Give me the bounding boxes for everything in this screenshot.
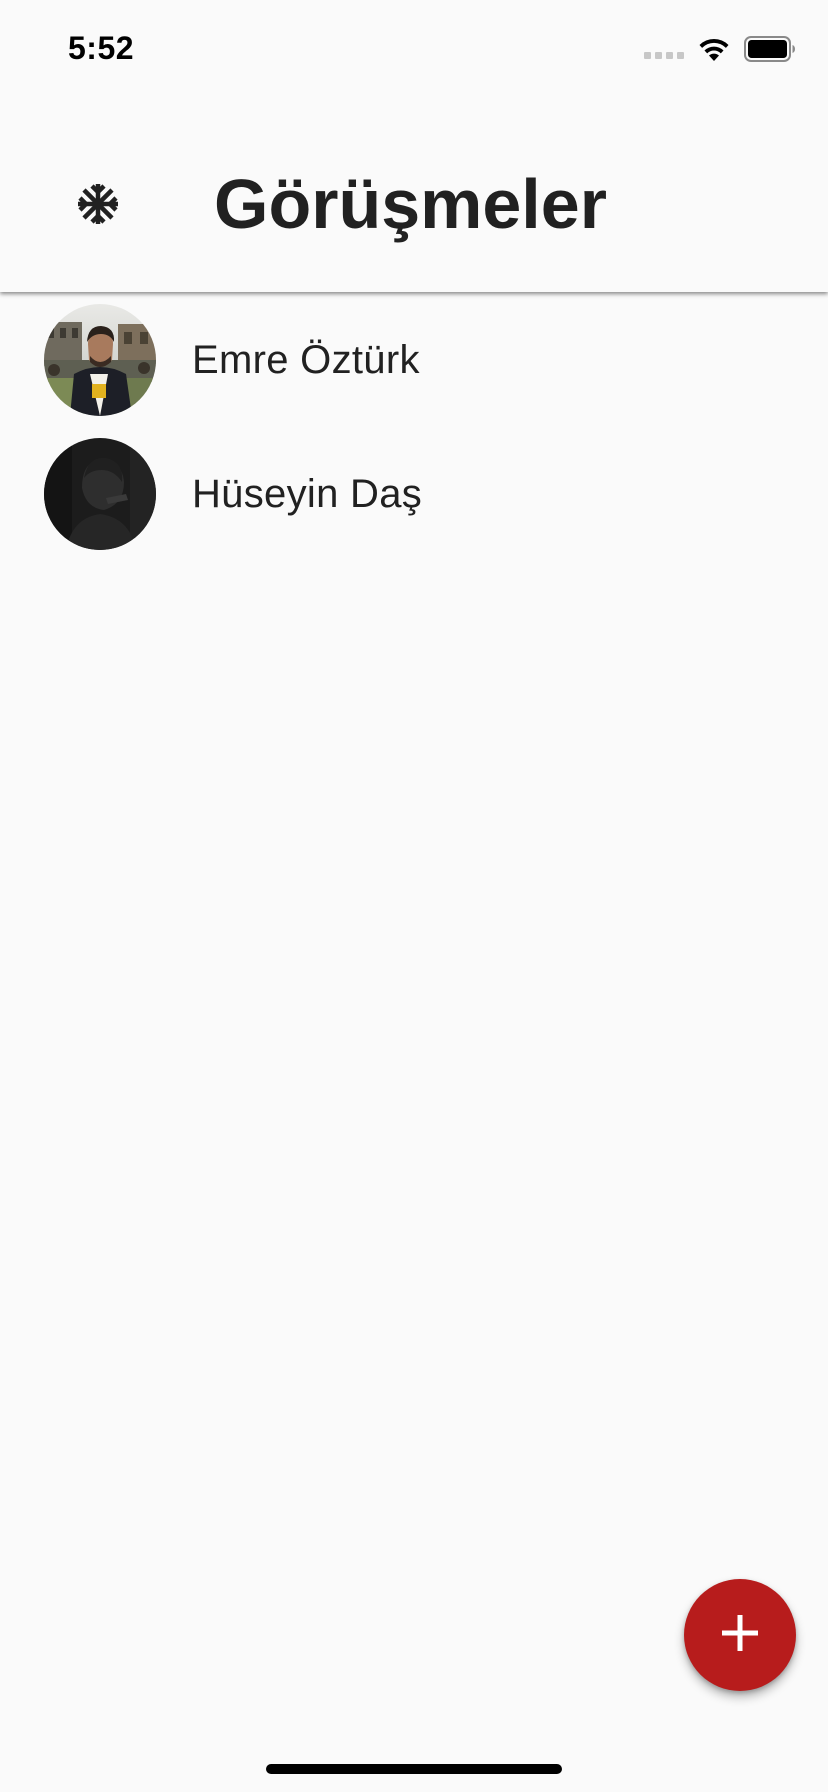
contact-name: Hüseyin Daş	[192, 471, 423, 516]
home-indicator[interactable]	[266, 1764, 562, 1774]
app-bar: 5:52 Görüşmeler	[0, 0, 828, 292]
chats-screen: 5:52 Görüşmeler Emre Öztürk Hüseyin Daş	[0, 0, 828, 1792]
contact-name: Emre Öztürk	[192, 337, 420, 382]
status-icons	[644, 34, 796, 64]
chat-list: Emre Öztürk Hüseyin Daş	[0, 292, 828, 560]
status-bar: 5:52	[0, 0, 828, 100]
battery-icon	[744, 36, 796, 62]
avatar-huseyin	[44, 438, 156, 550]
snowflake-icon	[76, 182, 120, 231]
page-title: Görüşmeler	[214, 165, 607, 243]
signal-icon	[644, 34, 684, 64]
chat-list-item-huseyin[interactable]: Hüseyin Daş	[0, 428, 828, 560]
snowflake-menu-button[interactable]	[64, 172, 132, 240]
plus-icon	[720, 1613, 760, 1658]
wifi-icon	[698, 36, 730, 62]
chat-list-item-emre[interactable]: Emre Öztürk	[0, 292, 828, 428]
status-time: 5:52	[68, 30, 135, 66]
new-chat-fab-button[interactable]	[684, 1579, 796, 1691]
avatar-emre	[44, 304, 156, 416]
